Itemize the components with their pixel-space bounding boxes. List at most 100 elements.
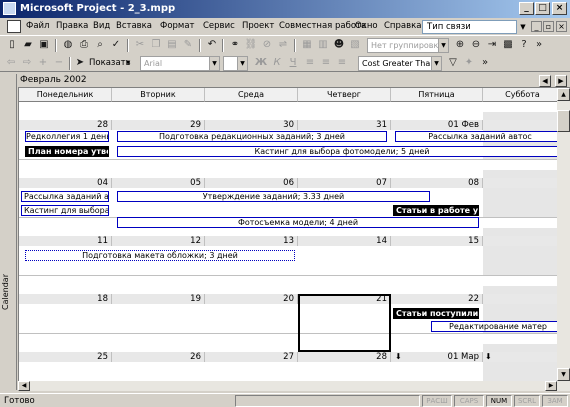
milestone-bar[interactable]: Статьи поступили в р [393,308,479,319]
new-icon[interactable]: ▯ [5,38,19,52]
maximize-button[interactable]: □ [535,2,550,15]
link-tasks-icon[interactable]: ⛓ [244,38,258,52]
view-bar[interactable]: Calendar [0,74,17,390]
vertical-scrollbar[interactable]: ▲ ▼ [557,88,570,381]
indent-icon[interactable]: − [52,56,66,70]
menu-help[interactable]: Справка [384,21,421,31]
split-task-icon[interactable]: ⇌ [276,38,290,52]
format-painter-icon[interactable]: ✎ [181,38,195,52]
next-month-button[interactable]: ▶ [555,75,567,87]
close-button[interactable]: × [552,2,567,15]
arrow-left-icon[interactable]: ⇦ [4,56,18,70]
underline-icon[interactable]: Ч [286,56,300,70]
task-bar[interactable]: Подготовка редакционных заданий; 3 дней [117,131,387,142]
status-text: Готово [4,396,35,406]
day-header-fri: Пятница [391,88,483,102]
align-center-icon[interactable]: ≡ [319,56,333,70]
print-icon[interactable]: ⎙ [77,38,91,52]
overflow-arrow-icon[interactable]: ⬇ [485,352,492,361]
formatting-toolbar: ⇦ ⇨ + − ➤ Показать ▾ Arial ▼ ▼ Ж К Ч ≡ ≡ … [0,54,570,72]
doc-restore-button[interactable]: ▫ [543,21,554,32]
preview-icon[interactable]: ⌕ [93,38,107,52]
copy-icon[interactable]: ❐ [149,38,163,52]
unlink-tasks-icon[interactable]: ⊘ [260,38,274,52]
day-number: 22 [391,294,483,304]
doc-close-button[interactable]: × [556,21,567,32]
scroll-right-icon[interactable]: ▶ [545,381,557,391]
zoom-out-icon[interactable]: ⊖ [469,38,483,52]
font-size-combo[interactable]: ▼ [223,56,248,71]
overflow-arrow-icon[interactable]: ⬇ [395,352,402,361]
task-info-icon[interactable]: ▦ [300,38,314,52]
scroll-up-icon[interactable]: ▲ [557,88,570,101]
task-bar[interactable]: Рассылка заданий автос [395,131,557,142]
day-number: 01 Мар [391,352,483,362]
doc-minimize-button[interactable]: _ [531,21,542,32]
font-combo[interactable]: Arial ▼ [140,56,220,71]
align-left-icon[interactable]: ≡ [303,56,317,70]
filter-combo[interactable]: Cost Greater Than ▼ [358,56,442,71]
menu-project[interactable]: Проект [242,21,274,31]
horizontal-scrollbar[interactable]: ◀ ▶ [18,381,570,391]
task-bar[interactable]: Редколлегия 1 день [25,131,109,142]
zoom-in-icon[interactable]: ⊕ [453,38,467,52]
task-bar[interactable]: Подготовка макета обложки; 3 дней [25,250,295,261]
task-bar[interactable]: Редактирование матер [431,321,557,332]
menu-window[interactable]: Окно [355,21,378,31]
paste-icon[interactable]: ▤ [165,38,179,52]
copy-picture-icon[interactable]: ▩ [501,38,515,52]
align-right-icon[interactable]: ≡ [335,56,349,70]
menu-format[interactable]: Формат [160,21,195,31]
prev-month-button[interactable]: ◀ [539,75,551,87]
menu-file[interactable]: Файл [26,21,49,31]
task-bar[interactable]: Утверждение заданий; 3.33 дней [117,191,430,202]
document-icon[interactable] [7,20,21,33]
milestone-bar[interactable]: План номера утверж [25,146,109,157]
notes-icon[interactable]: ▥ [316,38,330,52]
chevron-down-icon: ▼ [237,57,247,70]
milestone-bar[interactable]: Статьи в работе у авт [393,205,479,216]
undo-icon[interactable]: ↶ [205,38,219,52]
group-combo[interactable]: Нет группировки ▼ [367,38,449,53]
scroll-down-icon[interactable]: ▼ [557,368,570,381]
spelling-icon[interactable]: ✓ [109,38,123,52]
caps-indicator: CAPS [454,395,484,407]
task-bar[interactable]: Кастинг для выбора фо [21,205,109,216]
web-icon[interactable]: ◍ [61,38,75,52]
task-bar[interactable]: Рассылка заданий авто [21,191,109,202]
assign-resources-icon[interactable]: ☻ [332,38,346,52]
menu-collaborate[interactable]: Совместная работа [279,21,366,31]
day-number: 11 [19,236,112,246]
autofilter-icon[interactable]: ▽ [446,56,460,70]
task-bar[interactable]: Кастинг для выбора фотомодели; 5 дней [117,146,557,157]
toolbar-options-icon[interactable]: » [478,56,492,70]
cut-icon[interactable]: ✂ [133,38,147,52]
calendar-grid[interactable]: Понедельник Вторник Среда Четверг Пятниц… [18,88,557,381]
menu-view[interactable]: Вид [93,21,110,31]
outdent-icon[interactable]: + [36,56,50,70]
chevron-down-icon[interactable]: ▾ [126,58,130,68]
ask-question-box[interactable]: Тип связи [422,20,517,34]
publish-icon[interactable]: ▧ [348,38,362,52]
italic-icon[interactable]: К [270,56,284,70]
arrow-right-icon[interactable]: ⇨ [20,56,34,70]
scroll-thumb[interactable] [557,110,570,132]
gantt-wizard-icon[interactable]: ✦ [462,56,476,70]
minimize-button[interactable]: _ [519,2,534,15]
menu-insert[interactable]: Вставка [116,21,152,31]
chevron-down-icon[interactable]: ▼ [518,20,528,34]
save-icon[interactable]: ▣ [37,38,51,52]
show-icon[interactable]: ➤ [73,56,87,70]
goto-task-icon[interactable]: ⇥ [485,38,499,52]
day-number: 15 [391,236,483,246]
scroll-left-icon[interactable]: ◀ [18,381,30,391]
hyperlink-icon[interactable]: ⚭ [228,38,242,52]
bold-icon[interactable]: Ж [254,56,268,70]
ovr-indicator: ЗАМ [542,395,568,407]
help-icon[interactable]: ? [517,38,531,52]
menu-edit[interactable]: Правка [56,21,88,31]
toolbar-options-icon[interactable]: » [532,38,546,52]
open-icon[interactable]: ▰ [21,38,35,52]
menu-tools[interactable]: Сервис [203,21,235,31]
show-label[interactable]: Показать [89,58,131,68]
